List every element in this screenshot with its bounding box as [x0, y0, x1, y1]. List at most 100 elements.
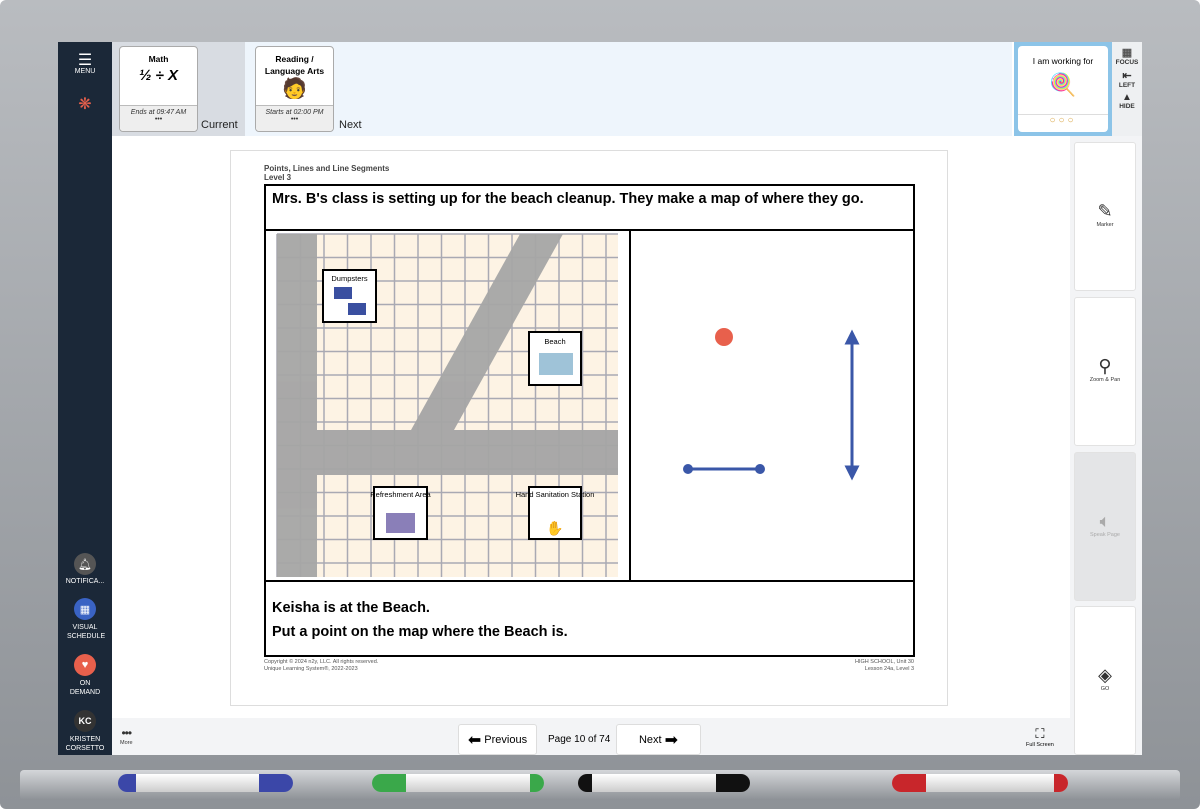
- tool-label: Speak Page: [1090, 532, 1120, 538]
- hide-button[interactable]: ▲ HIDE: [1112, 92, 1142, 110]
- on-demand-label: ON DEMAND: [69, 680, 101, 696]
- token-board: ○○○: [1018, 114, 1108, 132]
- geometry-figures: [683, 328, 860, 481]
- speaker-icon: 🔈︎: [1099, 511, 1111, 531]
- working-for-panel[interactable]: I am working for 🍭 ○○○: [1014, 42, 1112, 136]
- arrow-right-icon: ➡: [664, 731, 679, 749]
- zoom-pan-tool[interactable]: ⚲ Zoom & Pan: [1074, 297, 1136, 446]
- working-for-title: I am working for: [1032, 56, 1094, 66]
- current-activity-area: Math ½ ÷ X Ends at 09:47 AM ••• Current: [112, 42, 245, 136]
- menu-label: MENU: [74, 68, 96, 75]
- more-dots-icon[interactable]: •••: [120, 116, 197, 123]
- segment-endpoint: [755, 464, 765, 474]
- view-controls: ▦ FOCUS ⇤ LEFT ▲ HIDE: [1112, 42, 1142, 136]
- segment-endpoint: [683, 464, 693, 474]
- focus-button[interactable]: ▦ FOCUS: [1112, 46, 1142, 66]
- left-button[interactable]: ⇤ LEFT: [1112, 69, 1142, 89]
- next-button[interactable]: Next ➡: [616, 724, 701, 755]
- app-screen: ☰ MENU ❋ 🔔︎ NOTIFICA... ▦ VISUAL SCHEDUL…: [58, 42, 1142, 755]
- main-content: Points, Lines and Line Segments Level 3 …: [112, 136, 1070, 718]
- speak-page-tool[interactable]: 🔈︎ Speak Page: [1074, 452, 1136, 601]
- beach-icon: [539, 353, 573, 375]
- copyright: Unique Learning System®, 2022-2023: [264, 666, 358, 672]
- instruction-line: Keisha is at the Beach.: [272, 600, 430, 616]
- next-activity-card[interactable]: Reading / Language Arts 🧑 Starts at 02:0…: [255, 46, 334, 132]
- next-label: Next: [339, 119, 362, 131]
- tools-panel: ✎ Marker ⚲ Zoom & Pan 🔈︎ Speak Page ◈ GO: [1070, 136, 1142, 755]
- pencil-icon: ✎: [1097, 201, 1113, 221]
- activity-title: Reading / Language Arts: [264, 54, 325, 76]
- go-tool[interactable]: ◈ GO: [1074, 606, 1136, 755]
- more-label: More: [120, 740, 133, 746]
- dots-icon: •••: [121, 726, 132, 740]
- previous-button[interactable]: ⬅ Previous: [458, 724, 537, 755]
- left-label: LEFT: [1118, 82, 1136, 89]
- worksheet-prompt: Mrs. B's class is setting up for the bea…: [264, 184, 915, 231]
- map-label-beach: Beach: [544, 337, 565, 346]
- bottom-nav: ••• More ⬅ Previous Page 10 of 74 Next ➡ ⛶ F…: [112, 718, 1070, 755]
- hamburger-icon: ☰: [77, 52, 93, 69]
- red-marker: [892, 774, 1068, 792]
- geometry-panel: [629, 229, 915, 582]
- previous-label: Previous: [484, 733, 528, 746]
- point: [715, 328, 733, 346]
- current-label: Current: [201, 119, 238, 131]
- unit-label: HIGH SCHOOL, Unit 30: [855, 659, 914, 665]
- marker-tray: [20, 770, 1180, 800]
- map-panel[interactable]: Dumpsters Beach Refreshment Area Hand Sa…: [264, 229, 631, 582]
- heart-icon: ♥: [74, 654, 96, 676]
- calendar-icon: ▦: [1121, 47, 1133, 59]
- tool-label: Marker: [1096, 222, 1114, 228]
- arrow-left-icon: ⬅: [467, 731, 482, 749]
- user-profile-button[interactable]: KC KRISTEN CORSETTO: [58, 710, 112, 753]
- blue-marker: [118, 774, 293, 792]
- next-activity-area: Reading / Language Arts 🧑 Starts at 02:0…: [245, 42, 1012, 136]
- magnifier-icon: ⚲: [1098, 356, 1112, 376]
- marker-tool[interactable]: ✎ Marker: [1074, 142, 1136, 291]
- more-dots-icon[interactable]: •••: [256, 116, 333, 123]
- current-activity-card[interactable]: Math ½ ÷ X Ends at 09:47 AM •••: [119, 46, 198, 132]
- focus-label: FOCUS: [1115, 59, 1139, 66]
- bell-icon: 🔔︎: [74, 553, 96, 575]
- candy-reward-icon: 🍭: [1049, 72, 1077, 97]
- notifications-button[interactable]: 🔔︎ NOTIFICA...: [58, 553, 112, 585]
- dumpster-icon: [334, 287, 352, 299]
- green-marker: [372, 774, 544, 792]
- copyright: Copyright © 2024 n2y, LLC. All rights re…: [264, 659, 379, 665]
- activity-time: Starts at 02:00 PM: [265, 109, 324, 116]
- calendar-icon: ▦: [74, 598, 96, 620]
- menu-button[interactable]: ☰ MENU: [58, 52, 112, 76]
- lesson-label: Lesson 24a, Level 3: [864, 666, 914, 672]
- layers-icon: ◈: [1098, 665, 1112, 685]
- notifications-label: NOTIFICA...: [65, 578, 105, 585]
- snowflake-icon[interactable]: ❋: [58, 94, 112, 114]
- avatar: KC: [74, 710, 96, 732]
- map-label-dumpsters: Dumpsters: [331, 274, 368, 283]
- triangle-up-icon: ▲: [1122, 92, 1132, 103]
- map-label-sanitation: Hand Sanitation Station: [516, 490, 595, 499]
- on-demand-button[interactable]: ♥ ON DEMAND: [58, 654, 112, 697]
- worksheet-page[interactable]: Points, Lines and Line Segments Level 3 …: [230, 150, 948, 706]
- dumpster-icon: [348, 303, 366, 315]
- activity-time: Ends at 09:47 AM: [130, 109, 187, 116]
- map-label-refreshment: Refreshment Area: [370, 490, 431, 499]
- sidebar: ☰ MENU ❋ 🔔︎ NOTIFICA... ▦ VISUAL SCHEDUL…: [58, 42, 112, 755]
- reading-person-icon: 🧑: [282, 78, 307, 100]
- worksheet-title: Points, Lines and Line Segments: [264, 164, 390, 173]
- instruction-line: Put a point on the map where the Beach i…: [272, 624, 568, 640]
- next-label: Next: [638, 733, 662, 746]
- tool-label: GO: [1100, 686, 1110, 692]
- hand-wash-icon: ✋: [546, 520, 563, 536]
- activity-title: Math: [148, 54, 169, 64]
- worksheet-level: Level 3: [264, 173, 292, 182]
- math-symbols-icon: ½ ÷ X: [138, 67, 179, 84]
- tool-label: Zoom & Pan: [1089, 377, 1121, 383]
- visual-schedule-label: VISUAL SCHEDULE: [67, 624, 106, 640]
- more-button[interactable]: ••• More: [120, 726, 133, 746]
- refreshment-stand-icon: [386, 513, 415, 533]
- visual-schedule-button[interactable]: ▦ VISUAL SCHEDULE: [58, 598, 112, 641]
- fullscreen-button[interactable]: ⛶ Full Screen: [1026, 726, 1054, 748]
- arrow-left-icon: ⇤: [1122, 70, 1132, 82]
- beach-map: Dumpsters Beach Refreshment Area Hand Sa…: [276, 233, 618, 577]
- activity-footer: Ends at 09:47 AM •••: [120, 105, 197, 131]
